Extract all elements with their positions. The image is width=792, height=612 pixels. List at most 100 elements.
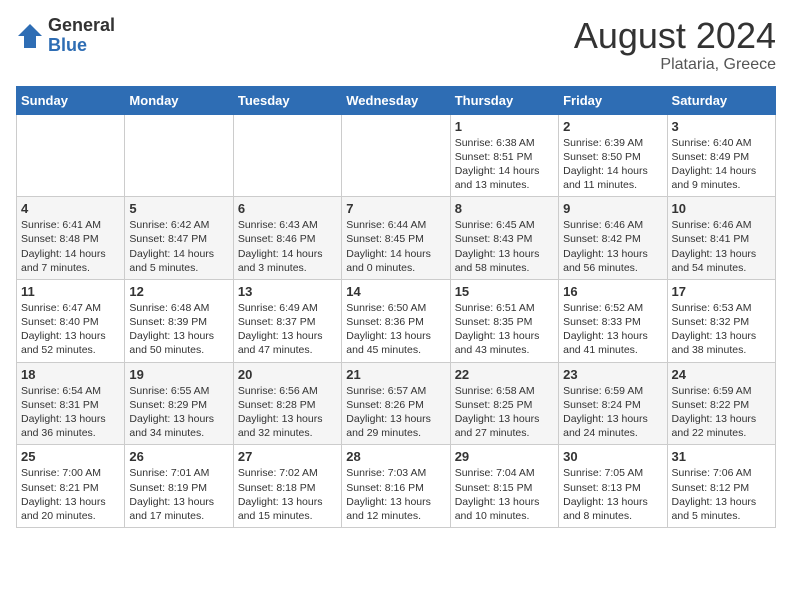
day-info: Sunrise: 6:41 AM Sunset: 8:48 PM Dayligh…: [21, 218, 120, 275]
day-info: Sunrise: 6:50 AM Sunset: 8:36 PM Dayligh…: [346, 301, 445, 358]
calendar-cell: [342, 114, 450, 197]
calendar-cell: 25 Sunrise: 7:00 AM Sunset: 8:21 PM Dayli…: [17, 445, 125, 528]
calendar-cell: 23 Sunrise: 6:59 AM Sunset: 8:24 PM Dayli…: [559, 362, 667, 445]
calendar-cell: 18 Sunrise: 6:54 AM Sunset: 8:31 PM Dayli…: [17, 362, 125, 445]
calendar-cell: 10 Sunrise: 6:46 AM Sunset: 8:41 PM Dayli…: [667, 197, 775, 280]
day-info: Sunrise: 6:47 AM Sunset: 8:40 PM Dayligh…: [21, 301, 120, 358]
day-info: Sunrise: 6:56 AM Sunset: 8:28 PM Dayligh…: [238, 384, 337, 441]
calendar-header-monday: Monday: [125, 86, 233, 114]
calendar-table: SundayMondayTuesdayWednesdayThursdayFrid…: [16, 86, 776, 528]
calendar-week-row: 1Sunrise: 6:38 AM Sunset: 8:51 PM Daylig…: [17, 114, 776, 197]
day-info: Sunrise: 6:54 AM Sunset: 8:31 PM Dayligh…: [21, 384, 120, 441]
day-info: Sunrise: 6:59 AM Sunset: 8:22 PM Dayligh…: [672, 384, 771, 441]
calendar-cell: 7 Sunrise: 6:44 AM Sunset: 8:45 PM Daylig…: [342, 197, 450, 280]
day-info: Sunrise: 6:51 AM Sunset: 8:35 PM Dayligh…: [455, 301, 554, 358]
day-number: 16: [563, 284, 662, 299]
day-info: Sunrise: 7:01 AM Sunset: 8:19 PM Dayligh…: [129, 466, 228, 523]
day-number: 31: [672, 449, 771, 464]
day-info: Sunrise: 6:44 AM Sunset: 8:45 PM Dayligh…: [346, 218, 445, 275]
calendar-header-wednesday: Wednesday: [342, 86, 450, 114]
day-info: Sunrise: 7:00 AM Sunset: 8:21 PM Dayligh…: [21, 466, 120, 523]
day-info: Sunrise: 6:43 AM Sunset: 8:46 PM Dayligh…: [238, 218, 337, 275]
calendar-cell: 22 Sunrise: 6:58 AM Sunset: 8:25 PM Dayli…: [450, 362, 558, 445]
day-number: 2: [563, 119, 662, 134]
calendar-cell: 4 Sunrise: 6:41 AM Sunset: 8:48 PM Daylig…: [17, 197, 125, 280]
logo-icon: [16, 22, 44, 50]
calendar-week-row: 4 Sunrise: 6:41 AM Sunset: 8:48 PM Daylig…: [17, 197, 776, 280]
day-number: 5: [129, 201, 228, 216]
header: General Blue August 2024 Plataria, Greec…: [16, 16, 776, 74]
calendar-cell: 13Sunrise: 6:49 AM Sunset: 8:37 PM Dayli…: [233, 279, 341, 362]
day-number: 22: [455, 367, 554, 382]
day-number: 13: [238, 284, 337, 299]
day-info: Sunrise: 6:38 AM Sunset: 8:51 PM Dayligh…: [455, 136, 554, 193]
day-number: 18: [21, 367, 120, 382]
day-info: Sunrise: 6:42 AM Sunset: 8:47 PM Dayligh…: [129, 218, 228, 275]
subtitle: Plataria, Greece: [574, 56, 776, 74]
day-info: Sunrise: 7:02 AM Sunset: 8:18 PM Dayligh…: [238, 466, 337, 523]
day-number: 15: [455, 284, 554, 299]
logo-text: General Blue: [48, 16, 115, 56]
day-number: 29: [455, 449, 554, 464]
calendar-cell: 5 Sunrise: 6:42 AM Sunset: 8:47 PM Daylig…: [125, 197, 233, 280]
logo-blue-text: Blue: [48, 36, 115, 56]
day-info: Sunrise: 6:52 AM Sunset: 8:33 PM Dayligh…: [563, 301, 662, 358]
day-info: Sunrise: 7:04 AM Sunset: 8:15 PM Dayligh…: [455, 466, 554, 523]
calendar-cell: 28 Sunrise: 7:03 AM Sunset: 8:16 PM Dayli…: [342, 445, 450, 528]
day-info: Sunrise: 7:06 AM Sunset: 8:12 PM Dayligh…: [672, 466, 771, 523]
day-number: 6: [238, 201, 337, 216]
day-info: Sunrise: 6:53 AM Sunset: 8:32 PM Dayligh…: [672, 301, 771, 358]
day-info: Sunrise: 6:59 AM Sunset: 8:24 PM Dayligh…: [563, 384, 662, 441]
calendar-header-tuesday: Tuesday: [233, 86, 341, 114]
day-number: 23: [563, 367, 662, 382]
day-number: 28: [346, 449, 445, 464]
calendar-cell: 1Sunrise: 6:38 AM Sunset: 8:51 PM Daylig…: [450, 114, 558, 197]
calendar-cell: 21 Sunrise: 6:57 AM Sunset: 8:26 PM Dayli…: [342, 362, 450, 445]
day-info: Sunrise: 6:55 AM Sunset: 8:29 PM Dayligh…: [129, 384, 228, 441]
calendar-header-friday: Friday: [559, 86, 667, 114]
calendar-cell: 27 Sunrise: 7:02 AM Sunset: 8:18 PM Dayli…: [233, 445, 341, 528]
calendar-cell: 30Sunrise: 7:05 AM Sunset: 8:13 PM Dayli…: [559, 445, 667, 528]
day-number: 8: [455, 201, 554, 216]
day-info: Sunrise: 6:57 AM Sunset: 8:26 PM Dayligh…: [346, 384, 445, 441]
day-number: 3: [672, 119, 771, 134]
logo: General Blue: [16, 16, 115, 56]
day-info: Sunrise: 6:40 AM Sunset: 8:49 PM Dayligh…: [672, 136, 771, 193]
day-number: 27: [238, 449, 337, 464]
day-number: 10: [672, 201, 771, 216]
day-number: 14: [346, 284, 445, 299]
day-number: 26: [129, 449, 228, 464]
day-info: Sunrise: 6:48 AM Sunset: 8:39 PM Dayligh…: [129, 301, 228, 358]
calendar-cell: [125, 114, 233, 197]
day-number: 30: [563, 449, 662, 464]
calendar-cell: [17, 114, 125, 197]
day-number: 11: [21, 284, 120, 299]
calendar-cell: 31 Sunrise: 7:06 AM Sunset: 8:12 PM Dayli…: [667, 445, 775, 528]
calendar-cell: 2Sunrise: 6:39 AM Sunset: 8:50 PM Daylig…: [559, 114, 667, 197]
day-number: 21: [346, 367, 445, 382]
day-number: 12: [129, 284, 228, 299]
calendar-header-row: SundayMondayTuesdayWednesdayThursdayFrid…: [17, 86, 776, 114]
calendar-cell: 15 Sunrise: 6:51 AM Sunset: 8:35 PM Dayli…: [450, 279, 558, 362]
calendar-week-row: 18 Sunrise: 6:54 AM Sunset: 8:31 PM Dayli…: [17, 362, 776, 445]
day-info: Sunrise: 7:03 AM Sunset: 8:16 PM Dayligh…: [346, 466, 445, 523]
day-info: Sunrise: 6:45 AM Sunset: 8:43 PM Dayligh…: [455, 218, 554, 275]
calendar-cell: 20Sunrise: 6:56 AM Sunset: 8:28 PM Dayli…: [233, 362, 341, 445]
title-area: August 2024 Plataria, Greece: [574, 16, 776, 74]
calendar-cell: 14 Sunrise: 6:50 AM Sunset: 8:36 PM Dayli…: [342, 279, 450, 362]
day-number: 17: [672, 284, 771, 299]
day-number: 4: [21, 201, 120, 216]
main-title: August 2024: [574, 16, 776, 56]
day-info: Sunrise: 6:46 AM Sunset: 8:41 PM Dayligh…: [672, 218, 771, 275]
day-number: 7: [346, 201, 445, 216]
day-number: 25: [21, 449, 120, 464]
calendar-header-sunday: Sunday: [17, 86, 125, 114]
day-info: Sunrise: 6:58 AM Sunset: 8:25 PM Dayligh…: [455, 384, 554, 441]
logo-general-text: General: [48, 16, 115, 36]
calendar-cell: 16 Sunrise: 6:52 AM Sunset: 8:33 PM Dayli…: [559, 279, 667, 362]
calendar-week-row: 25 Sunrise: 7:00 AM Sunset: 8:21 PM Dayli…: [17, 445, 776, 528]
calendar-cell: 24 Sunrise: 6:59 AM Sunset: 8:22 PM Dayli…: [667, 362, 775, 445]
day-number: 24: [672, 367, 771, 382]
calendar-cell: 3 Sunrise: 6:40 AM Sunset: 8:49 PM Daylig…: [667, 114, 775, 197]
calendar-cell: 8 Sunrise: 6:45 AM Sunset: 8:43 PM Daylig…: [450, 197, 558, 280]
